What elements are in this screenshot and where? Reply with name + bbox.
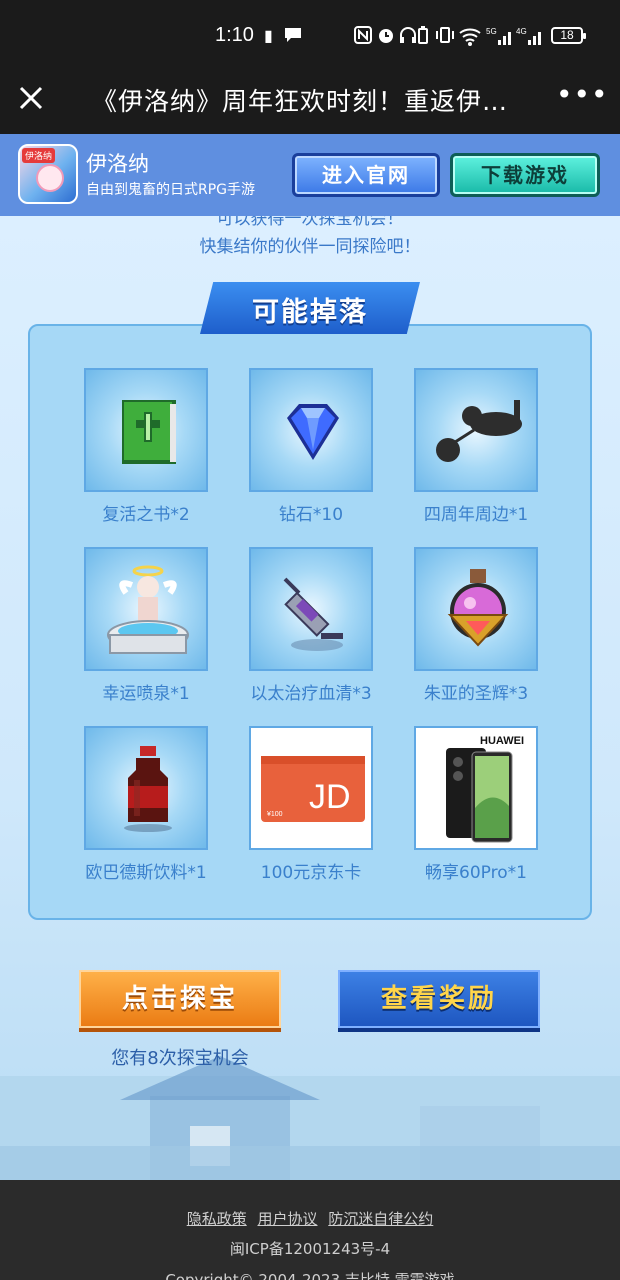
- drop-item-name: 钻石*10: [278, 505, 344, 525]
- drop-item-name: 幸运喷泉*1: [102, 684, 190, 704]
- remaining-chances-text: 您有8次探宝机会: [111, 1048, 249, 1069]
- drink-bottle-icon: [124, 746, 172, 832]
- privacy-policy-link[interactable]: 隐私政策: [187, 1210, 247, 1228]
- signal-4g-icon: 4G: [516, 26, 546, 51]
- close-icon[interactable]: [16, 83, 46, 113]
- app-icon[interactable]: 伊洛纳: [18, 144, 78, 204]
- footer-links: 隐私政策 用户协议 防沉迷自律公约: [0, 1208, 620, 1229]
- drop-item[interactable]: HUAWEI 畅享60Pro*1: [414, 726, 538, 883]
- headphones-icon: [399, 26, 417, 49]
- anti-addiction-link[interactable]: 防沉迷自律公约: [328, 1210, 433, 1228]
- event-page[interactable]: 可以获得一次探宝机会！ 快集结你的伙伴一同探险吧！ 复活之书*2 钻石*10 四…: [0, 216, 620, 1180]
- drop-item-name: 四周年周边*1: [423, 505, 529, 525]
- page-title: 《伊洛纳》周年狂欢时刻！重返伊…: [92, 87, 509, 116]
- drop-item-name: 100元京东卡: [260, 863, 362, 883]
- status-time: 1:10: [215, 24, 254, 46]
- drop-item[interactable]: 朱亚的圣辉*3: [414, 547, 538, 704]
- webview-title-bar: 《伊洛纳》周年狂欢时刻！重返伊… •••: [0, 72, 620, 134]
- drop-item[interactable]: JD ¥100 100元京东卡: [249, 726, 373, 883]
- merch-silhouette-icon: [436, 400, 522, 462]
- jd-card-icon: JD ¥100: [261, 756, 365, 822]
- page-footer: 隐私政策 用户协议 防沉迷自律公约 闽ICP备12001243号-4 Copyr…: [0, 1180, 620, 1280]
- treasure-hunt-button[interactable]: 点击探宝: [79, 970, 281, 1032]
- drops-panel: 复活之书*2 钻石*10 四周年周边*1 幸运喷泉*1 以太治疗血清*3 朱亚的…: [28, 324, 592, 920]
- icp-license: 闽ICP备12001243号-4: [229, 1240, 391, 1258]
- app-name: 伊洛纳: [86, 152, 149, 176]
- potion-icon: [447, 569, 509, 647]
- svg-text:5G: 5G: [486, 27, 497, 36]
- drop-item-name: 欧巴德斯饮料*1: [85, 863, 207, 883]
- user-agreement-link[interactable]: 用户协议: [257, 1210, 317, 1228]
- signal-5g-icon: 5G: [486, 26, 514, 51]
- diamond-icon: [287, 404, 339, 460]
- drops-title: 可能掉落: [252, 297, 368, 328]
- intro-text: 快集结你的伙伴一同探险吧！: [199, 237, 421, 257]
- phone-brand-label: HUAWEI: [480, 735, 524, 747]
- syringe-icon: [283, 577, 343, 651]
- jd-card-logo: JD: [309, 778, 351, 816]
- drop-item-name: 朱亚的圣辉*3: [423, 684, 529, 704]
- battery-small-icon: [418, 26, 428, 49]
- drop-item[interactable]: 欧巴德斯饮料*1: [84, 726, 208, 883]
- drop-item[interactable]: 钻石*10: [249, 368, 373, 525]
- status-bar: 1:10 ▮ 5G 4G 18: [0, 0, 620, 72]
- app-banner: 伊洛纳 伊洛纳 自由到鬼畜的日式RPG手游 进入官网 下载游戏: [0, 134, 620, 216]
- drops-title-banner: 可能掉落: [200, 282, 420, 334]
- alarm-icon: [377, 26, 395, 49]
- app-description: 自由到鬼畜的日式RPG手游: [86, 182, 256, 198]
- app-icon-character: [36, 164, 64, 192]
- chat-notification-icon: [283, 26, 303, 49]
- nfc-icon: [354, 26, 372, 49]
- view-rewards-button[interactable]: 查看奖励: [338, 970, 540, 1032]
- battery-saver-icon: ▮: [264, 26, 273, 45]
- battery-indicator: 18: [551, 27, 586, 44]
- app-icon-badge: 伊洛纳: [22, 148, 56, 163]
- drop-item-name: 复活之书*2: [102, 505, 190, 525]
- drop-item[interactable]: 复活之书*2: [84, 368, 208, 525]
- drop-item[interactable]: 以太治疗血清*3: [249, 547, 373, 704]
- more-menu-icon[interactable]: •••: [556, 78, 609, 111]
- intro-text-partial: 可以获得一次探宝机会！: [216, 216, 404, 229]
- vibrate-icon: [435, 26, 455, 49]
- drop-item[interactable]: 四周年周边*1: [414, 368, 538, 525]
- phone-icon: HUAWEI: [446, 735, 524, 843]
- drop-item[interactable]: 幸运喷泉*1: [84, 547, 208, 704]
- jd-card-value: ¥100: [267, 811, 283, 818]
- enter-site-button[interactable]: 进入官网: [292, 153, 440, 197]
- fountain-icon: [107, 565, 189, 654]
- download-game-button[interactable]: 下载游戏: [450, 153, 600, 197]
- drop-item-name: 畅享60Pro*1: [425, 863, 527, 883]
- copyright-text: Copyright© 2004-2023 吉比特 雷霆游戏: [165, 1271, 455, 1280]
- green-book-icon: [122, 400, 176, 464]
- wifi-icon: [458, 26, 484, 51]
- svg-text:4G: 4G: [516, 27, 527, 36]
- drop-item-name: 以太治疗血清*3: [250, 684, 372, 704]
